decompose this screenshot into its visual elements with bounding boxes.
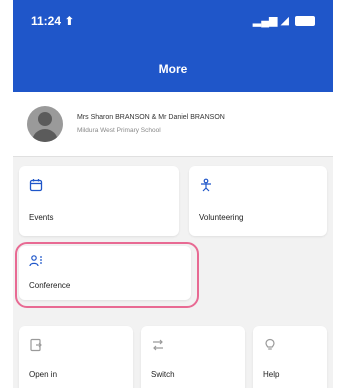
profile-text: Mrs Sharon BRANSON & Mr Daniel BRANSON M…	[77, 114, 225, 134]
tile-volunteering-label: Volunteering	[199, 213, 244, 222]
tile-help-label: Help	[263, 370, 280, 379]
profile-card[interactable]: Mrs Sharon BRANSON & Mr Daniel BRANSON M…	[13, 92, 333, 157]
header: 11:24 ⬆ ▂▄▆ ◢ More	[13, 0, 333, 92]
status-time: 11:24 ⬆	[31, 14, 75, 28]
tile-conference[interactable]: Conference	[19, 246, 191, 300]
avatar	[27, 106, 63, 142]
status-indicators: ▂▄▆ ◢	[253, 14, 315, 27]
lightbulb-icon	[265, 338, 275, 350]
tile-volunteering[interactable]: Volunteering	[189, 166, 327, 236]
tile-switch-label: Switch	[151, 370, 175, 379]
phone-screen: 11:24 ⬆ ▂▄▆ ◢ More Mrs Sharon BRANSON & …	[13, 0, 333, 388]
tile-switch[interactable]: Switch	[141, 326, 245, 388]
signal-icon: ▂▄▆ ◢	[252, 15, 289, 27]
switch-icon	[153, 339, 163, 351]
open-external-icon	[30, 338, 42, 352]
conference-icon	[29, 255, 42, 267]
tile-events-label: Events	[29, 213, 54, 222]
volunteer-icon	[201, 178, 211, 192]
page-title: More	[158, 62, 188, 76]
tile-events[interactable]: Events	[19, 166, 179, 236]
calendar-icon	[29, 179, 43, 192]
profile-name: Mrs Sharon BRANSON & Mr Daniel BRANSON	[77, 114, 225, 121]
tile-open-in[interactable]: Open in	[19, 326, 133, 388]
battery-icon	[295, 15, 315, 26]
profile-school: Mildura West Primary School	[77, 127, 161, 134]
tile-open-in-label: Open in	[29, 370, 58, 379]
tile-conference-label: Conference	[29, 281, 71, 290]
tile-help[interactable]: Help	[253, 326, 327, 388]
